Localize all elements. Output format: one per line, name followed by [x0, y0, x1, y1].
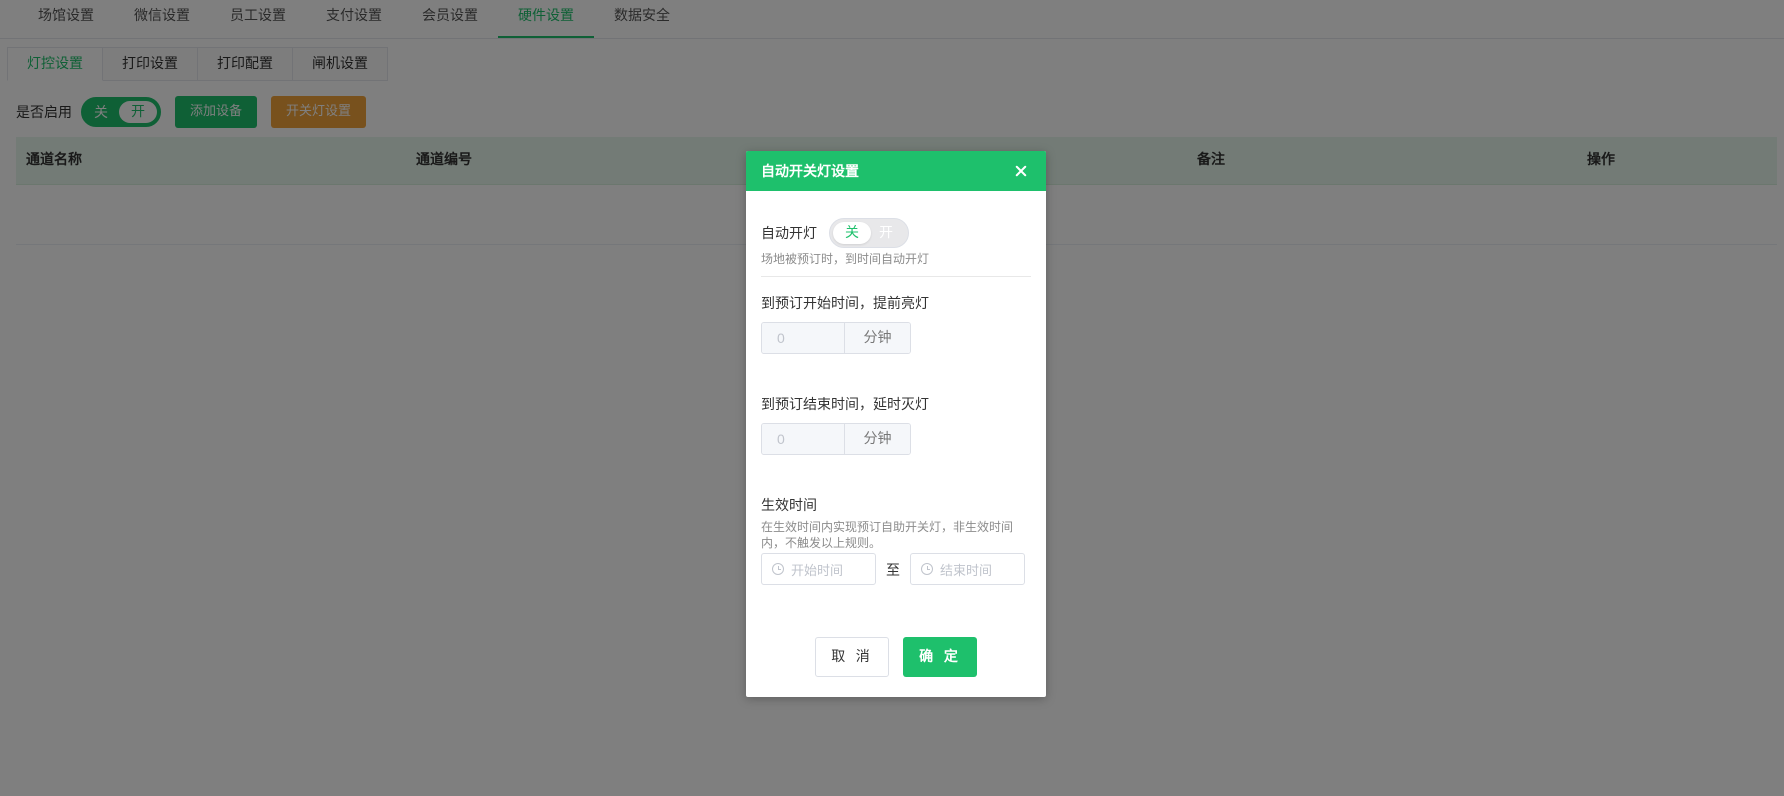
before-start-minutes-input[interactable]	[762, 323, 844, 353]
toggle-on-label: 开	[879, 225, 893, 241]
auto-light-row: 自动开灯 关 开	[761, 218, 909, 248]
clock-icon	[921, 563, 933, 575]
before-start-label: 到预订开始时间，提前亮灯	[761, 296, 929, 312]
start-time-placeholder: 开始时间	[791, 563, 844, 579]
after-end-minutes-input[interactable]	[762, 424, 844, 454]
end-time-picker[interactable]: 结束时间	[910, 553, 1025, 585]
effective-time-label: 生效时间	[761, 498, 817, 514]
auto-light-hint: 场地被预订时，到时间自动开灯	[761, 252, 930, 266]
after-end-input-group: 分钟	[761, 423, 911, 455]
start-time-picker[interactable]: 开始时间	[761, 553, 876, 585]
section-divider	[761, 276, 1031, 277]
time-range-separator: 至	[886, 563, 900, 579]
close-icon[interactable]	[1011, 161, 1031, 181]
effective-time-hint-line1: 在生效时间内实现预订自助开关灯，非生效时间	[761, 520, 1014, 534]
end-time-placeholder: 结束时间	[940, 563, 993, 579]
confirm-button[interactable]: 确 定	[903, 637, 977, 677]
dialog-header: 自动开关灯设置	[746, 151, 1046, 191]
cancel-button[interactable]: 取 消	[815, 637, 889, 677]
dialog-title: 自动开关灯设置	[761, 164, 859, 180]
after-end-label: 到预订结束时间，延时灭灯	[761, 397, 929, 413]
minutes-unit-label: 分钟	[844, 323, 910, 353]
minutes-unit-label: 分钟	[844, 424, 910, 454]
auto-light-toggle[interactable]: 关 开	[829, 218, 909, 248]
before-start-input-group: 分钟	[761, 322, 911, 354]
effective-time-hint-line2: 内，不触发以上规则。	[761, 536, 882, 550]
toggle-off-label: 关	[833, 222, 871, 244]
auto-light-label: 自动开灯	[761, 226, 817, 242]
clock-icon	[772, 563, 784, 575]
dialog-footer: 取 消 确 定	[746, 637, 1046, 677]
auto-light-dialog: 自动开关灯设置 自动开灯 关 开 场地被预订时，到时间自动开灯 到预订开始时间，…	[746, 151, 1046, 697]
